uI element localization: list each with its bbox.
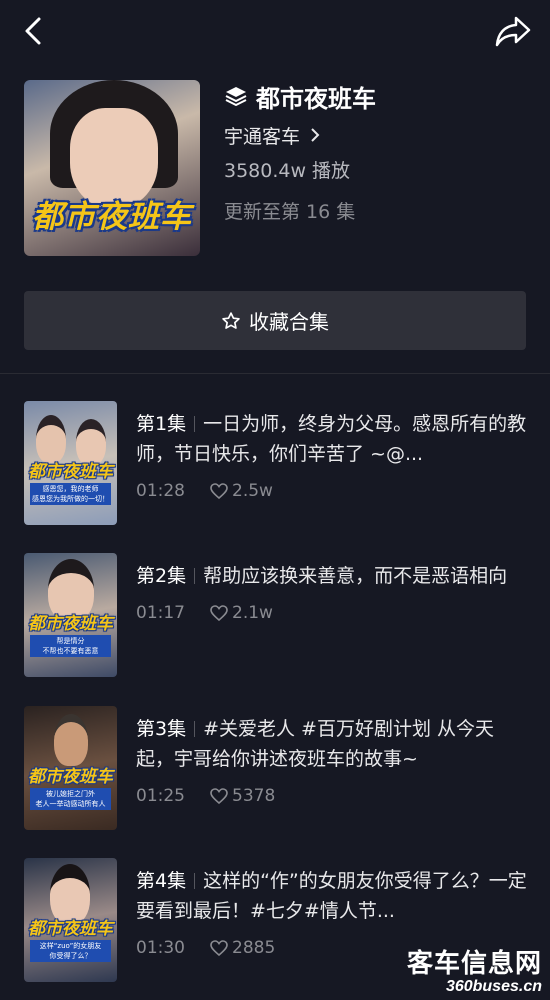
episode-duration: 01:28 [136, 481, 185, 501]
thumbnail-caption: 感恩您，我的老师 感恩您为我所做的一切！ [30, 483, 111, 505]
separator [194, 873, 196, 889]
episode-number: 第1集 [136, 413, 187, 435]
separator [194, 568, 196, 584]
episode-number: 第2集 [136, 565, 187, 587]
episode-thumbnail: 都市夜班车 被儿媳拒之门外 老人一举动感动所有人 [24, 706, 117, 830]
play-count: 3580.4w 播放 [224, 160, 351, 182]
episode-likes: 2.5w [232, 481, 273, 501]
thumbnail-caption: 帮是情分 不帮也不要有恶意 [30, 635, 111, 657]
episode-duration: 01:30 [136, 938, 185, 958]
divider [0, 373, 550, 374]
watermark-url: 360buses.cn [445, 978, 542, 995]
author-link[interactable]: 宇通客车 [224, 122, 524, 148]
share-arrow-icon [495, 16, 531, 47]
thumbnail-caption: 这样“zuo”的女朋友 你受得了么？ [30, 940, 111, 962]
episode-description: #关爱老人 #百万好剧计划 从今天起，宇哥给你讲述夜班车的故事~ [136, 718, 495, 770]
update-status: 更新至第 16 集 [224, 201, 356, 223]
back-button[interactable] [18, 14, 52, 48]
heart-icon [210, 788, 228, 804]
episode-description: 帮助应该换来善意，而不是恶语相向 [203, 565, 508, 587]
episode-number: 第3集 [136, 718, 187, 740]
episode-title: 第2集 帮助应该换来善意，而不是恶语相向 [136, 561, 528, 591]
episode-likes: 5378 [232, 786, 276, 806]
heart-icon [210, 605, 228, 621]
episode-thumbnail: 都市夜班车 帮是情分 不帮也不要有恶意 [24, 553, 117, 677]
chevron-left-icon [25, 17, 41, 45]
thumbnail-banner: 都市夜班车 [28, 614, 113, 634]
thumbnail-caption: 被儿媳拒之门外 老人一举动感动所有人 [30, 788, 111, 810]
episode-number: 第4集 [136, 870, 187, 892]
episode-likes: 2885 [232, 938, 276, 958]
episode-title: 第3集 #关爱老人 #百万好剧计划 从今天起，宇哥给你讲述夜班车的故事~ [136, 714, 528, 774]
heart-icon [210, 483, 228, 499]
episode-title: 第1集 一日为师，终身为父母。感恩所有的教师，节日快乐，你们辛苦了 ~@... [136, 409, 528, 469]
cover-title-banner: 都市夜班车 [32, 199, 192, 235]
site-watermark: 客车信息网 360buses.cn [407, 948, 542, 996]
watermark-name: 客车信息网 [406, 948, 542, 978]
thumbnail-banner: 都市夜班车 [28, 462, 113, 482]
episode-duration: 01:17 [136, 603, 185, 623]
separator [194, 416, 196, 432]
thumbnail-banner: 都市夜班车 [28, 767, 113, 787]
collection-cover[interactable]: 都市夜班车 [24, 80, 200, 256]
share-button[interactable] [494, 14, 532, 48]
favorite-collection-button[interactable]: 收藏合集 [24, 291, 526, 350]
episode-thumbnail: 都市夜班车 这样“zuo”的女朋友 你受得了么？ [24, 858, 117, 982]
episode-thumbnail: 都市夜班车 感恩您，我的老师 感恩您为我所做的一切！ [24, 401, 117, 525]
episode-title: 第4集 这样的“作”的女朋友你受得了么？一定要看到最后！#七夕#情人节... [136, 866, 528, 926]
episode-item[interactable]: 都市夜班车 帮是情分 不帮也不要有恶意 第2集 帮助应该换来善意，而不是恶语相向 … [24, 553, 528, 677]
heart-icon [210, 940, 228, 956]
top-bar [0, 0, 550, 60]
layers-icon [225, 87, 247, 106]
episode-item[interactable]: 都市夜班车 被儿媳拒之门外 老人一举动感动所有人 第3集 #关爱老人 #百万好剧计… [24, 706, 528, 830]
author-name: 宇通客车 [224, 125, 301, 148]
collection-title: 都市夜班车 [256, 84, 376, 113]
chevron-right-icon [311, 128, 320, 142]
episode-duration: 01:25 [136, 786, 185, 806]
thumbnail-banner: 都市夜班车 [28, 919, 113, 939]
collection-header: 都市夜班车 都市夜班车 宇通客车 3580.4w 播放 更新至第 16 集 [24, 80, 528, 256]
star-icon [222, 311, 240, 329]
episode-item[interactable]: 都市夜班车 感恩您，我的老师 感恩您为我所做的一切！ 第1集 一日为师，终身为父母… [24, 401, 528, 525]
collection-info: 都市夜班车 宇通客车 3580.4w 播放 更新至第 16 集 [224, 80, 524, 224]
separator [194, 721, 196, 737]
favorite-label: 收藏合集 [249, 310, 329, 334]
episode-likes: 2.1w [232, 603, 273, 623]
